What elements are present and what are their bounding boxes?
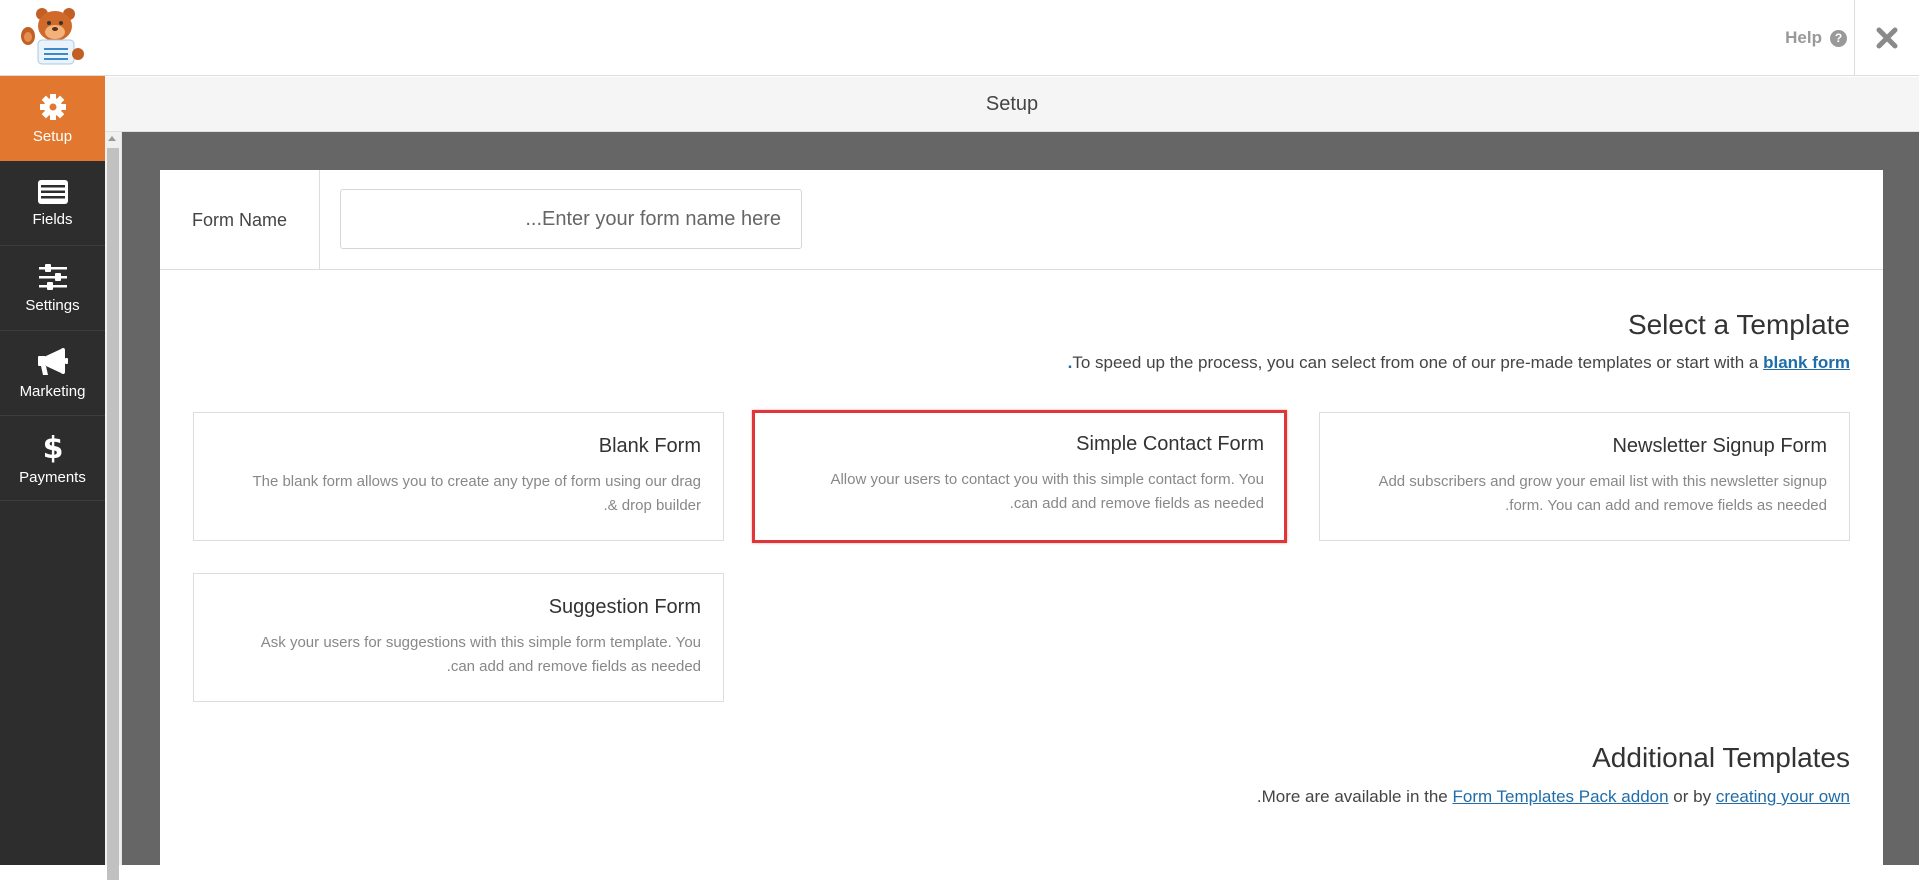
template-card-blank-form[interactable]: Blank Form The blank form allows you to … [193, 412, 724, 541]
additional-templates-heading: Additional Templates [1592, 742, 1850, 773]
sidebar-item-setup[interactable]: Setup [0, 76, 105, 161]
subtitle-text: To speed up the process, you can select … [1072, 353, 1764, 372]
template-description: Allow your users to contact you with thi… [830, 471, 1264, 488]
form-name-input[interactable] [340, 189, 802, 249]
additional-text-middle: or by [1668, 787, 1716, 806]
scroll-up-arrow-icon[interactable] [108, 136, 116, 141]
template-card-simple-contact-form[interactable]: Simple Contact Form Allow your users to … [752, 410, 1287, 543]
select-template-subtitle: .To speed up the process, you can select… [1068, 353, 1850, 373]
page-title: Setup [985, 92, 1039, 115]
template-description-line2: .can add and remove fields as needed [1009, 495, 1264, 512]
svg-text:$: $ [42, 431, 63, 463]
form-templates-pack-link[interactable]: Form Templates Pack addon [1452, 787, 1668, 806]
scrollbar-thumb[interactable] [107, 148, 119, 880]
sidebar-item-settings[interactable]: Settings [0, 246, 105, 331]
sidebar-item-label: Settings [25, 296, 80, 314]
sliders-icon [38, 263, 67, 290]
sidebar-item-label: Marketing [19, 382, 86, 400]
template-description-line2: .& drop builder [603, 497, 701, 514]
vertical-scrollbar[interactable] [105, 132, 122, 880]
template-name: Simple Contact Form [1076, 433, 1264, 455]
list-icon [37, 179, 68, 204]
close-button[interactable] [1854, 0, 1919, 76]
template-card-suggestion-form[interactable]: Suggestion Form Ask your users for sugge… [193, 573, 724, 702]
sidebar-item-label: Setup [32, 127, 73, 145]
close-x-icon [1876, 27, 1898, 49]
template-description-line2: .form. You can add and remove fields as … [1505, 497, 1827, 514]
template-name: Newsletter Signup Form [1612, 435, 1827, 457]
sidebar-item-label: Payments [19, 468, 86, 486]
megaphone-icon [37, 347, 68, 375]
gear-icon [39, 93, 66, 120]
page-title-bar: Setup [105, 77, 1919, 132]
top-bar: Help ? [0, 0, 1919, 76]
additional-templates-text: .More are available in the Form Template… [1257, 787, 1850, 807]
template-name: Blank Form [598, 435, 701, 457]
help-button[interactable]: Help ? [1785, 0, 1847, 76]
form-name-row: Form Name [160, 170, 1883, 270]
sidebar-item-fields[interactable]: Fields [0, 161, 105, 246]
template-description: Add subscribers and grow your email list… [1378, 473, 1827, 490]
template-description: The blank form allows you to create any … [252, 473, 701, 490]
help-label: Help [1785, 28, 1822, 47]
sidebar-item-marketing[interactable]: Marketing [0, 331, 105, 416]
dollar-icon: $ [42, 431, 63, 463]
template-card-newsletter-signup-form[interactable]: Newsletter Signup Form Add subscribers a… [1319, 412, 1850, 541]
blank-form-link[interactable]: blank form [1763, 353, 1850, 372]
sidebar-item-payments[interactable]: $ Payments [0, 416, 105, 501]
setup-panel: Form Name Select a Template .To speed up… [160, 170, 1883, 865]
select-template-heading: Select a Template [1627, 309, 1850, 340]
wpforms-logo [8, 4, 88, 68]
form-name-label: Form Name [160, 170, 320, 270]
additional-text-before: .More are available in the [1256, 787, 1453, 806]
sidebar-item-label: Fields [32, 210, 73, 228]
template-name: Suggestion Form [548, 596, 701, 618]
template-description: Ask your users for suggestions with this… [260, 634, 701, 651]
question-circle-icon: ? [1830, 29, 1847, 47]
sidebar: Setup Fields Settings Marketing $ Paymen… [0, 76, 105, 865]
template-description-line2: .can add and remove fields as needed [446, 658, 701, 675]
creating-your-own-link[interactable]: creating your own [1716, 787, 1850, 806]
